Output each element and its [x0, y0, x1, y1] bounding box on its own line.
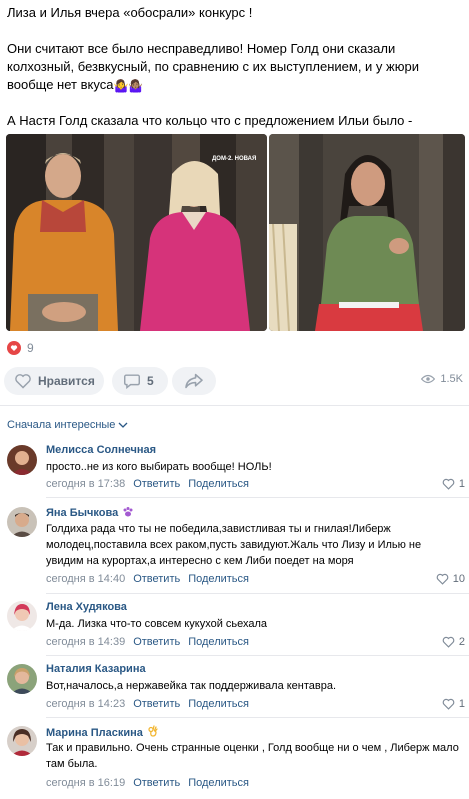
views-count: 1.5K	[440, 373, 463, 385]
share-comment-button[interactable]: Поделиться	[188, 777, 249, 789]
comment-divider	[46, 593, 469, 594]
comment-divider	[46, 655, 469, 656]
share-comment-button[interactable]: Поделиться	[188, 573, 249, 585]
comment-button[interactable]: 5	[112, 367, 168, 395]
reactions-count: 9	[27, 341, 34, 355]
avatar[interactable]	[7, 507, 37, 537]
comment-like-count: 1	[458, 698, 465, 710]
comment-time[interactable]: сегодня в 17:38	[46, 478, 125, 490]
comment-divider	[46, 497, 469, 498]
post-line-2: Они считают все было несправедливо! Номе…	[7, 41, 419, 93]
comment-meta: сегодня в 14:40 Ответить Поделиться	[46, 573, 249, 585]
paw-icon	[122, 506, 134, 520]
comments-sort-dropdown[interactable]: Сначала интересные	[7, 419, 128, 431]
views-counter: 1.5K	[421, 373, 463, 385]
comment-time[interactable]: сегодня в 14:39	[46, 636, 125, 648]
like-label: Нравится	[38, 374, 95, 388]
comment-like-button[interactable]: 10	[436, 573, 465, 585]
post-line-1: Лиза и Илья вчера «обосрали» конкурс !	[7, 5, 253, 20]
comment-like-button[interactable]: 1	[442, 698, 465, 710]
share-button[interactable]	[172, 367, 216, 395]
comment-like-count: 2	[458, 636, 465, 648]
comment-author[interactable]: Яна Бычкова	[46, 506, 134, 520]
like-button[interactable]: Нравится	[4, 367, 104, 395]
comment-author[interactable]: Лена Худякова	[46, 601, 127, 613]
avatar[interactable]	[7, 726, 37, 756]
post-photo-2[interactable]	[269, 134, 465, 331]
reactions-summary[interactable]: 9	[7, 340, 34, 356]
reply-button[interactable]: Ответить	[133, 777, 180, 789]
chevron-down-icon	[118, 422, 128, 428]
comment-like-count: 10	[452, 573, 465, 585]
share-comment-button[interactable]: Поделиться	[188, 478, 249, 490]
share-comment-button[interactable]: Поделиться	[188, 698, 249, 710]
post-actions: Нравится 5 1.5K	[4, 367, 465, 395]
avatar[interactable]	[7, 445, 37, 475]
divider	[0, 405, 469, 406]
comment-author[interactable]: Наталия Казарина	[46, 663, 146, 675]
comment-like-count: 1	[458, 478, 465, 490]
avatar[interactable]	[7, 601, 37, 631]
comment-text: Голдиха рада что ты не победила,завистли…	[46, 523, 422, 567]
reply-button[interactable]: Ответить	[133, 573, 180, 585]
comment-meta: сегодня в 16:19 Ответить Поделиться	[46, 777, 249, 789]
comment-text: Так и правильно. Очень странные оценки ,…	[46, 742, 459, 770]
comment-text: Вот,началось,а нержавейка так поддержива…	[46, 680, 337, 692]
heart-icon	[7, 341, 21, 355]
photo-watermark: ДОМ-2. НОВАЯ	[212, 156, 256, 162]
post-photo-1[interactable]: ДОМ-2. НОВАЯ	[6, 134, 267, 331]
comment-author[interactable]: Мелисса Солнечная	[46, 444, 156, 456]
shrug-emoji-icon: 🤷‍♀️🤷🏽‍♀️	[113, 79, 144, 93]
comment-divider	[46, 717, 469, 718]
heart-outline-icon	[442, 698, 455, 710]
comment-time[interactable]: сегодня в 14:23	[46, 698, 125, 710]
heart-outline-icon	[436, 573, 449, 585]
avatar[interactable]	[7, 664, 37, 694]
comments-sort-label: Сначала интересные	[7, 419, 116, 431]
comment-count: 5	[147, 374, 154, 388]
comment-time[interactable]: сегодня в 16:19	[46, 777, 125, 789]
reply-button[interactable]: Ответить	[133, 478, 180, 490]
heart-outline-icon	[15, 374, 31, 389]
reply-button[interactable]: Ответить	[133, 698, 180, 710]
comment-author[interactable]: Марина Пласкина	[46, 725, 158, 740]
share-icon	[185, 373, 203, 389]
share-comment-button[interactable]: Поделиться	[188, 636, 249, 648]
comment-like-button[interactable]: 2	[442, 636, 465, 648]
reply-button[interactable]: Ответить	[133, 636, 180, 648]
comment-meta: сегодня в 14:23 Ответить Поделиться	[46, 698, 249, 710]
comment-icon	[124, 374, 140, 389]
heart-outline-icon	[442, 636, 455, 648]
comment-like-button[interactable]: 1	[442, 478, 465, 490]
comment-meta: сегодня в 17:38 Ответить Поделиться	[46, 478, 249, 490]
comment-text: просто..не из кого выбирать вообще! НОЛЬ…	[46, 461, 272, 473]
comment-text: М-да. Лизка что-то совсем кукухой сьехал…	[46, 618, 268, 630]
eye-icon	[421, 374, 436, 384]
ok-hand-icon	[147, 725, 158, 740]
heart-outline-icon	[442, 478, 455, 490]
comment-time[interactable]: сегодня в 14:40	[46, 573, 125, 585]
comment-meta: сегодня в 14:39 Ответить Поделиться	[46, 636, 249, 648]
